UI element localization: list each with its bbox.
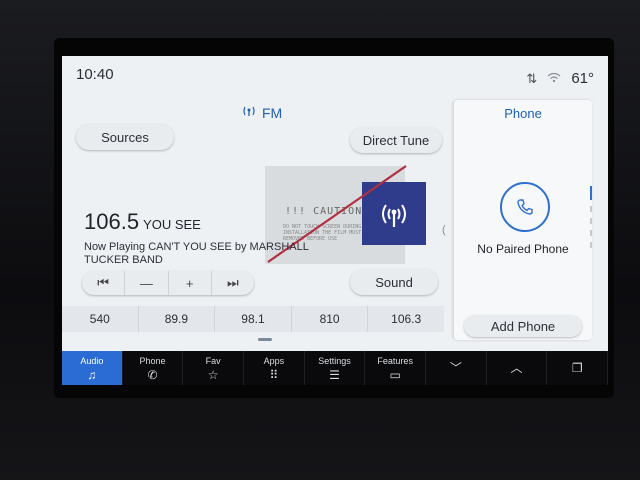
tune-controls: ⏮ — + ⏭ bbox=[82, 271, 254, 295]
radio-antenna-icon bbox=[242, 104, 256, 121]
band-label: FM bbox=[262, 104, 283, 121]
now-playing: Now Playing CAN'T YOU SEE by MARSHALL TU… bbox=[84, 241, 309, 266]
nav-settings-label: Settings bbox=[318, 355, 351, 366]
stacked-windows-icon: ❐ bbox=[571, 361, 583, 375]
nav-expand[interactable]: ︿ bbox=[487, 351, 548, 385]
chevron-down-icon: ﹀ bbox=[449, 361, 462, 375]
sources-button[interactable]: Sources bbox=[76, 124, 174, 150]
preset-button[interactable]: 106.3 bbox=[368, 306, 444, 332]
star-icon: ☆ bbox=[207, 367, 219, 382]
nav-phone-label: Phone bbox=[139, 355, 166, 366]
direct-tune-button[interactable]: Direct Tune bbox=[350, 127, 442, 153]
preset-button[interactable]: 98.1 bbox=[215, 306, 292, 332]
add-phone-button[interactable]: Add Phone bbox=[464, 315, 582, 337]
phone-status: No Paired Phone bbox=[477, 242, 569, 256]
broadcast-icon bbox=[382, 203, 406, 227]
car-icon: ▭ bbox=[389, 367, 401, 382]
seek-back-button[interactable]: ⏮ bbox=[82, 271, 126, 295]
preset-button[interactable]: 89.9 bbox=[139, 306, 216, 332]
sliders-icon: ☰ bbox=[329, 367, 340, 382]
nav-fav[interactable]: Fav ☆ bbox=[183, 351, 245, 385]
phone-icon: ✆ bbox=[147, 367, 158, 382]
nav-settings[interactable]: Settings ☰ bbox=[305, 351, 366, 385]
phone-panel: Phone No Paired Phone Add Phone bbox=[454, 100, 592, 340]
nav-multitask[interactable]: ❐ bbox=[547, 351, 609, 385]
phone-panel-scrollbar[interactable] bbox=[590, 186, 594, 266]
nav-collapse[interactable]: ﹀ bbox=[426, 351, 487, 385]
nav-features[interactable]: Features ▭ bbox=[365, 351, 427, 385]
nav-fav-label: Fav bbox=[205, 355, 221, 366]
phone-icon bbox=[517, 199, 533, 215]
nav-audio-label: Audio bbox=[80, 355, 104, 366]
wifi-icon bbox=[547, 71, 561, 86]
station-artwork bbox=[362, 182, 426, 245]
nav-audio[interactable]: Audio ♫ bbox=[62, 351, 123, 385]
status-bar-right: ⇅ 61° bbox=[526, 70, 594, 87]
apps-grid-icon: ⠿ bbox=[269, 367, 279, 382]
tune-up-button[interactable]: + bbox=[169, 271, 212, 295]
frequency: 106.5 bbox=[84, 209, 140, 234]
sound-button[interactable]: Sound bbox=[350, 269, 438, 295]
phone-title: Phone bbox=[504, 106, 542, 121]
current-station: 106.5 YOU SEE bbox=[84, 209, 201, 235]
preset-button[interactable]: 540 bbox=[62, 306, 139, 332]
nav-apps[interactable]: Apps ⠿ bbox=[244, 351, 305, 385]
infotainment-screen: 10:40 ⇅ 61° FM Sources Direct Tune !!! C… bbox=[62, 56, 608, 352]
preset-bar: 540 89.9 98.1 810 106.3 bbox=[62, 306, 444, 332]
nav-features-label: Features bbox=[377, 355, 413, 366]
band-title: FM bbox=[242, 104, 282, 121]
seek-forward-button[interactable]: ⏭ bbox=[212, 271, 254, 295]
clock: 10:40 bbox=[76, 66, 114, 83]
preset-page-indicator bbox=[258, 338, 272, 341]
panel-edge-marker: ( bbox=[442, 224, 446, 236]
nav-apps-label: Apps bbox=[263, 355, 285, 366]
preset-button[interactable]: 810 bbox=[292, 306, 369, 332]
phone-button[interactable] bbox=[500, 182, 550, 232]
chevron-up-icon: ︿ bbox=[510, 361, 523, 375]
nav-phone[interactable]: Phone ✆ bbox=[123, 351, 184, 385]
signal-arrows-icon: ⇅ bbox=[526, 70, 538, 86]
bottom-nav-bar: Audio ♫ Phone ✆ Fav ☆ Apps ⠿ Settings ☰ … bbox=[62, 351, 609, 385]
outside-temperature: 61° bbox=[571, 70, 594, 87]
station-name: YOU SEE bbox=[143, 217, 201, 232]
tune-down-button[interactable]: — bbox=[125, 271, 169, 295]
music-note-icon: ♫ bbox=[87, 367, 97, 382]
